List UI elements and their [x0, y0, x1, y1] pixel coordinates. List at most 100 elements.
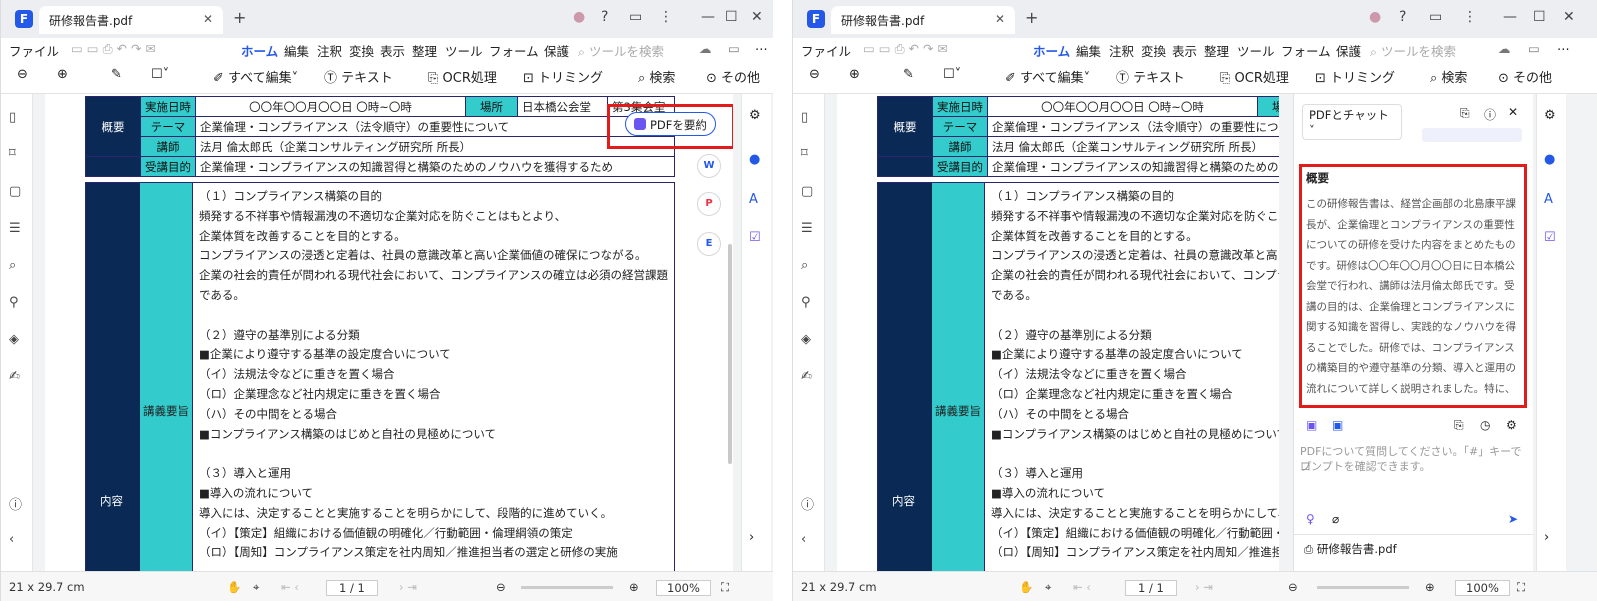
zoom-in-status-icon[interactable]: ⊕ — [1425, 580, 1435, 594]
attachment-icon[interactable]: ⌕ — [9, 258, 16, 273]
layers-list-icon[interactable]: ☰ — [801, 221, 813, 236]
menu-tools[interactable]: ツール — [1237, 41, 1275, 60]
page-nav-icons[interactable]: ⇤ ‹ — [1073, 580, 1091, 594]
edit-all-button[interactable]: ✐ すべて編集˅ — [213, 67, 298, 86]
menu-convert[interactable]: 変換 — [1141, 41, 1166, 60]
translate-icon[interactable]: A — [1544, 192, 1553, 207]
more-menu-icon[interactable]: ⋯ — [1557, 41, 1570, 56]
avatar[interactable]: ● — [573, 9, 585, 25]
history-icon[interactable]: ◷ — [1480, 418, 1490, 432]
zoom-out-status-icon[interactable]: ⊖ — [1288, 580, 1298, 594]
page-nav-icons[interactable]: ⇤ ‹ — [281, 580, 299, 594]
properties-icon[interactable]: ⚙ — [749, 108, 761, 123]
ai-assistant-icon[interactable]: ● — [1544, 152, 1555, 167]
document-tab[interactable]: 研修報告書.pdf ✕ — [831, 6, 1015, 34]
page-number[interactable]: 1 / 1 — [326, 580, 378, 596]
page-thumbnail-icon[interactable]: ▯ — [9, 110, 16, 125]
help-icon[interactable]: ? — [601, 9, 608, 25]
page-number[interactable]: 1 / 1 — [1125, 580, 1177, 596]
zoom-slider[interactable] — [521, 586, 613, 589]
help-icon[interactable]: ? — [1399, 9, 1406, 25]
zoom-level[interactable]: 100% — [656, 580, 711, 596]
other-button[interactable]: ⊙ その他 — [706, 67, 760, 86]
document-tab[interactable]: 研修報告書.pdf ✕ — [39, 6, 223, 34]
search-button[interactable]: ⌕ 検索 — [1430, 67, 1467, 86]
convert-ppt-icon[interactable]: P — [697, 192, 721, 216]
help-circle-icon[interactable]: ⓘ — [9, 494, 22, 513]
text-button[interactable]: Ⓣ テキスト — [324, 67, 393, 86]
menu-file[interactable]: ファイル — [801, 41, 851, 60]
send-icon[interactable]: ➤ — [1508, 512, 1518, 526]
tab-close-icon[interactable]: ✕ — [203, 12, 213, 26]
comment-icon[interactable]: ▭ — [629, 9, 642, 25]
menu-annotate[interactable]: 注釈 — [317, 41, 342, 60]
trim-button[interactable]: ⊡ トリミング — [1315, 67, 1395, 86]
hand-tool-icon[interactable]: ✋ — [227, 580, 241, 594]
menu-convert[interactable]: 変換 — [349, 41, 374, 60]
minimize-icon[interactable]: — — [1503, 9, 1517, 25]
expand-right-icon[interactable]: › — [1544, 530, 1549, 545]
hand-tool-icon[interactable]: ✋ — [1019, 580, 1033, 594]
zoom-slider[interactable] — [1317, 586, 1409, 589]
tab-close-icon[interactable]: ✕ — [995, 12, 1005, 26]
tool-search-input[interactable]: ⌕ ツールを検索 — [578, 41, 664, 60]
chat-input[interactable]: PDFについて質問してください。「#」キーでプ ロンプトを確認できます。 — [1300, 444, 1528, 504]
idea-icon[interactable]: ♀ — [1306, 512, 1315, 526]
bookmark-icon[interactable]: ⌑ — [9, 146, 16, 161]
page-nav-next-icons[interactable]: › ⇥ — [399, 580, 417, 594]
new-tab-icon[interactable]: + — [1025, 8, 1038, 27]
attached-file[interactable]: ⎙ 研修報告書.pdf — [1294, 534, 1533, 562]
menu-edit[interactable]: 編集 — [284, 41, 309, 60]
attachment-icon[interactable]: ⌕ — [801, 258, 808, 273]
signature-icon[interactable]: ✍ — [9, 369, 20, 384]
convert-excel-icon[interactable]: E — [697, 232, 721, 256]
summarize-pdf-button[interactable]: PDFを要約 — [625, 112, 716, 136]
menu-view[interactable]: 表示 — [1172, 41, 1197, 60]
chat-mode-dropdown[interactable]: PDFとチャット ˅ — [1302, 104, 1402, 140]
share-icon[interactable]: ▭ — [1528, 41, 1540, 56]
expand-right-icon[interactable]: › — [749, 530, 754, 545]
highlight-icon[interactable]: ✎ — [111, 67, 122, 82]
layers-list-icon[interactable]: ☰ — [9, 221, 21, 236]
fit-page-icon[interactable]: ⛶ — [1517, 580, 1525, 595]
more-menu-icon[interactable]: ⋯ — [755, 41, 768, 56]
select-tool-icon[interactable]: ⌖ — [1045, 580, 1051, 595]
maximize-icon[interactable]: ☐ — [1533, 9, 1546, 25]
translate-icon[interactable]: A — [749, 192, 758, 207]
text-button[interactable]: Ⓣ テキスト — [1116, 67, 1185, 86]
comment-list-icon[interactable]: ▢ — [801, 184, 813, 199]
zoom-in-status-icon[interactable]: ⊕ — [629, 580, 639, 594]
menu-view[interactable]: 表示 — [380, 41, 405, 60]
share-icon[interactable]: ▭ — [728, 41, 740, 56]
fit-page-icon[interactable]: ⛶ — [721, 580, 729, 595]
bookmark-icon[interactable]: ⌑ — [801, 146, 808, 161]
menu-protect[interactable]: 保護 — [1336, 41, 1361, 60]
quick-tools-icon[interactable]: ▭ ▭ ⎙ ↶ ↷ ✉ — [863, 41, 948, 57]
settings-icon[interactable]: ⚙ — [1506, 418, 1517, 432]
zoom-out-icon[interactable]: ⊖ — [809, 67, 820, 82]
cloud-upload-icon[interactable]: ☁ — [699, 41, 712, 56]
menu-form[interactable]: フォーム — [1281, 41, 1331, 60]
collapse-left-icon[interactable]: ‹ — [9, 532, 14, 547]
new-chat-icon[interactable]: ⎘ — [1454, 418, 1464, 433]
minimize-icon[interactable]: — — [701, 9, 715, 25]
shape-icon[interactable]: ☐˅ — [943, 67, 961, 82]
check-icon[interactable]: ☑ — [749, 230, 761, 245]
close-window-icon[interactable]: ✕ — [1563, 9, 1575, 25]
ocr-button[interactable]: ⎘ OCR処理 — [1220, 67, 1289, 86]
menu-form[interactable]: フォーム — [489, 41, 539, 60]
layers-icon[interactable]: ◈ — [9, 332, 19, 347]
page-thumbnail-icon[interactable]: ▯ — [801, 110, 808, 125]
collapse-left-icon[interactable]: ‹ — [801, 532, 806, 547]
zoom-out-icon[interactable]: ⊖ — [17, 67, 28, 82]
tool-search-input[interactable]: ⌕ ツールを検索 — [1370, 41, 1456, 60]
menu-organize[interactable]: 整理 — [412, 41, 437, 60]
menu-edit[interactable]: 編集 — [1076, 41, 1101, 60]
menu-file[interactable]: ファイル — [9, 41, 59, 60]
trim-button[interactable]: ⊡ トリミング — [523, 67, 603, 86]
edit-all-button[interactable]: ✐ すべて編集˅ — [1005, 67, 1090, 86]
close-window-icon[interactable]: ✕ — [751, 9, 763, 25]
chat-history-icon[interactable]: ⎘ — [1460, 106, 1470, 121]
cloud-upload-icon[interactable]: ☁ — [1498, 41, 1511, 56]
chat-close-icon[interactable]: ✕ — [1508, 105, 1518, 119]
